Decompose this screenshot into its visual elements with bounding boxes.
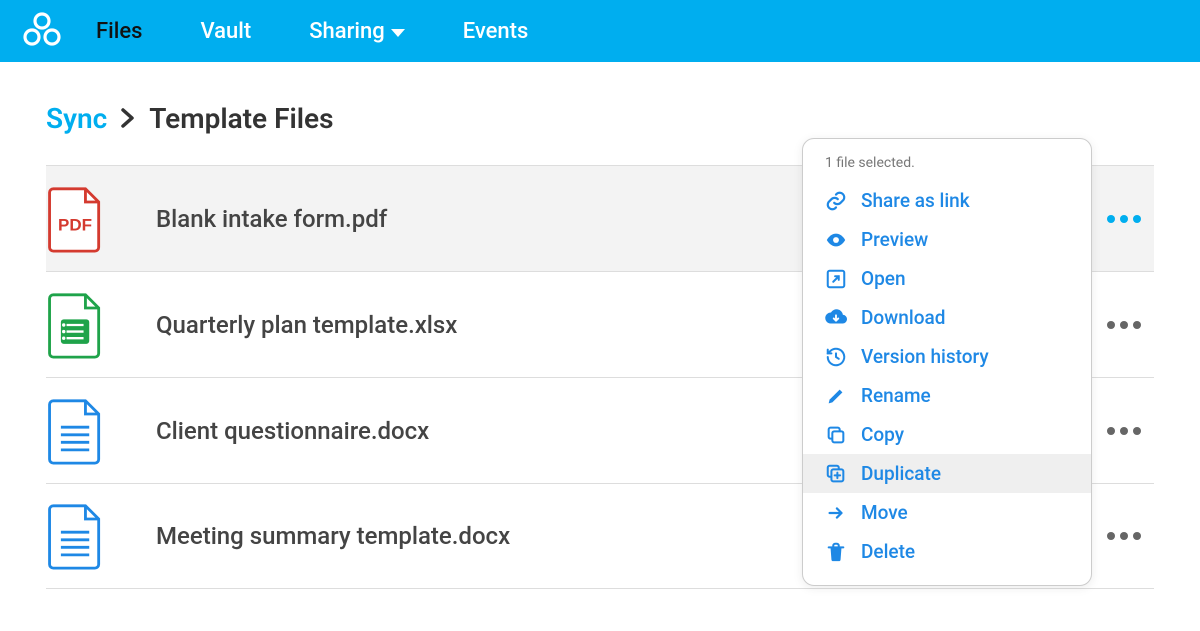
- selection-status: 1 file selected.: [803, 153, 1091, 181]
- breadcrumb-root[interactable]: Sync: [46, 102, 107, 135]
- copy-icon: [825, 424, 847, 446]
- menu-rename[interactable]: Rename: [803, 376, 1091, 415]
- menu-label: Move: [861, 501, 908, 524]
- menu-copy[interactable]: Copy: [803, 415, 1091, 454]
- download-icon: [825, 307, 847, 329]
- pdf-file-icon: PDF: [46, 185, 106, 253]
- xlsx-file-icon: [46, 291, 106, 359]
- menu-label: Rename: [861, 384, 931, 407]
- docx-file-icon: [46, 502, 106, 570]
- pencil-icon: [825, 385, 847, 407]
- nav-files[interactable]: Files: [96, 19, 142, 44]
- more-icon: [1107, 427, 1141, 435]
- open-icon: [825, 268, 847, 290]
- nav-items: Files Vault Sharing Events: [96, 19, 528, 44]
- menu-move[interactable]: Move: [803, 493, 1091, 532]
- more-icon: [1107, 215, 1141, 223]
- file-name: Client questionnaire.docx: [156, 417, 814, 445]
- docx-file-icon: [46, 397, 106, 465]
- file-name: Meeting summary template.docx: [156, 522, 814, 550]
- nav-label: Files: [96, 19, 142, 44]
- menu-preview[interactable]: Preview: [803, 220, 1091, 259]
- nav-sharing[interactable]: Sharing: [309, 19, 405, 44]
- menu-version-history[interactable]: Version history: [803, 337, 1091, 376]
- menu-label: Share as link: [861, 189, 970, 212]
- breadcrumb-current: Template Files: [149, 102, 333, 135]
- link-icon: [825, 190, 847, 212]
- duplicate-icon: [825, 463, 847, 485]
- nav-label: Events: [463, 19, 529, 44]
- menu-label: Version history: [861, 345, 989, 368]
- context-menu: 1 file selected. Share as link Preview O…: [802, 138, 1092, 586]
- menu-label: Open: [861, 267, 906, 290]
- nav-events[interactable]: Events: [463, 19, 529, 44]
- menu-label: Download: [861, 306, 945, 329]
- menu-label: Delete: [861, 540, 915, 563]
- trash-icon: [825, 541, 847, 563]
- top-nav: Files Vault Sharing Events: [0, 0, 1200, 62]
- menu-share-as-link[interactable]: Share as link: [803, 181, 1091, 220]
- move-icon: [825, 502, 847, 524]
- menu-label: Copy: [861, 423, 904, 446]
- menu-download[interactable]: Download: [803, 298, 1091, 337]
- more-icon: [1107, 532, 1141, 540]
- eye-icon: [825, 229, 847, 251]
- menu-duplicate[interactable]: Duplicate: [803, 454, 1091, 493]
- svg-text:PDF: PDF: [58, 215, 92, 234]
- caret-down-icon: [391, 29, 405, 37]
- file-name: Quarterly plan template.xlsx: [156, 311, 814, 339]
- app-logo: [20, 9, 64, 53]
- more-actions-button[interactable]: [1094, 321, 1154, 329]
- menu-label: Preview: [861, 228, 928, 251]
- more-actions-button[interactable]: [1094, 215, 1154, 223]
- file-name: Blank intake form.pdf: [156, 205, 814, 233]
- chevron-right-icon: [121, 102, 135, 135]
- more-actions-button[interactable]: [1094, 532, 1154, 540]
- more-actions-button the-button[interactable]: [1094, 427, 1154, 435]
- nav-label: Vault: [200, 19, 251, 44]
- more-icon: [1107, 321, 1141, 329]
- nav-vault[interactable]: Vault: [200, 19, 251, 44]
- menu-open[interactable]: Open: [803, 259, 1091, 298]
- menu-delete[interactable]: Delete: [803, 532, 1091, 571]
- nav-label: Sharing: [309, 19, 385, 44]
- breadcrumb: Sync Template Files: [46, 102, 1154, 135]
- menu-label: Duplicate: [861, 462, 941, 485]
- history-icon: [825, 346, 847, 368]
